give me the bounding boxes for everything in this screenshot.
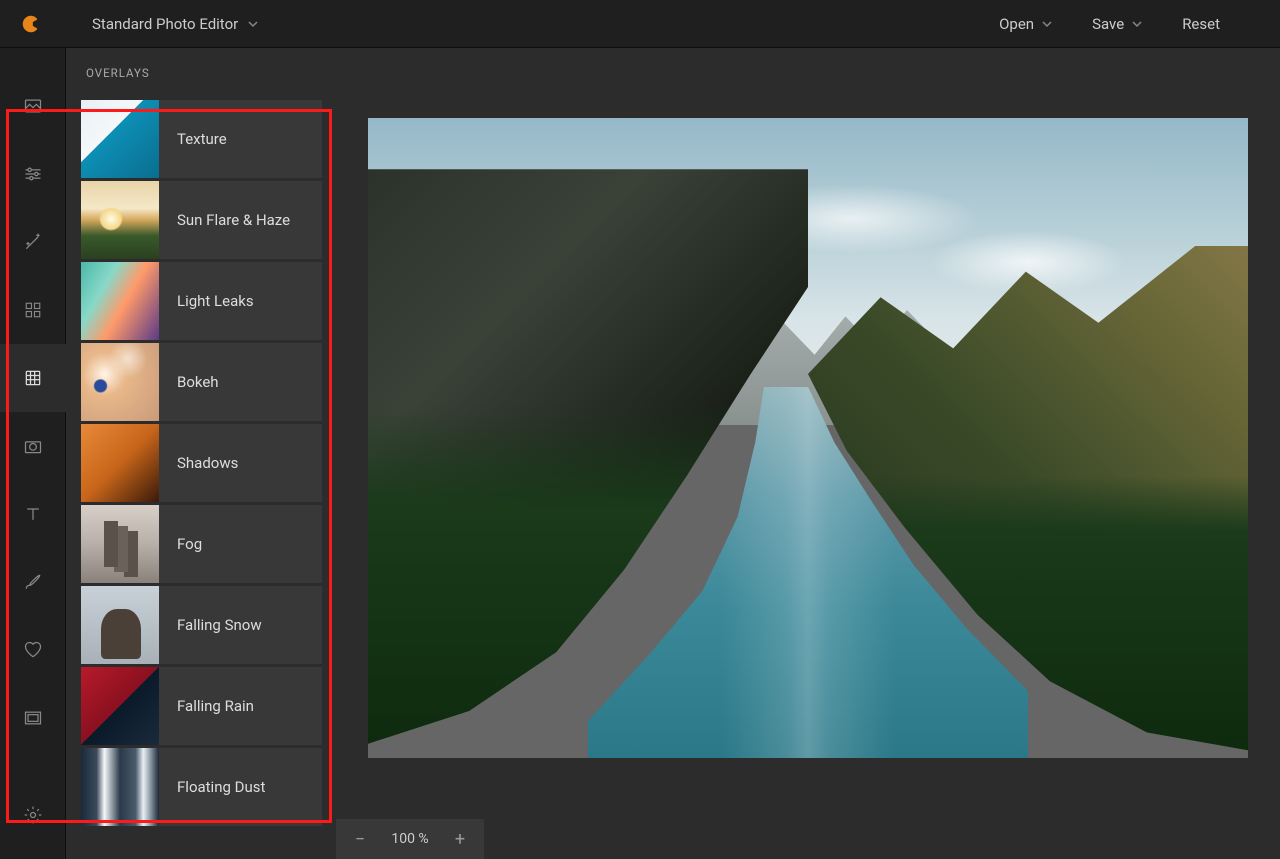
gear-icon — [23, 805, 43, 825]
open-button[interactable]: Open — [999, 15, 1052, 33]
frames-tool[interactable] — [0, 684, 66, 752]
panel-title: OVERLAYS — [66, 66, 336, 100]
zoom-value: 100 % — [388, 831, 432, 847]
effects-tool[interactable] — [0, 208, 66, 276]
overlay-label: Shadows — [159, 454, 238, 472]
overlay-thumb — [81, 181, 159, 259]
overlay-item[interactable]: Light Leaks — [81, 262, 322, 340]
overlay-thumb — [81, 424, 159, 502]
save-label: Save — [1092, 15, 1124, 33]
adjust-tool[interactable] — [0, 140, 66, 208]
overlay-thumb — [81, 343, 159, 421]
brush-icon — [23, 572, 43, 592]
zoom-in-button[interactable]: + — [450, 829, 470, 849]
side-panel: OVERLAYS Texture Sun Flare & Haze Light Le… — [66, 48, 336, 859]
overlay-thumb — [81, 586, 159, 664]
camera-icon — [23, 436, 43, 456]
overlays-tool[interactable] — [0, 344, 66, 412]
overlay-thumb — [81, 505, 159, 583]
photo-canvas[interactable] — [368, 118, 1248, 758]
zoom-bar: − 100 % + — [336, 819, 484, 859]
overlay-label: Texture — [159, 130, 227, 148]
draw-tool[interactable] — [0, 548, 66, 616]
favorites-tool[interactable] — [0, 616, 66, 684]
sliders-icon — [23, 164, 43, 184]
overlay-item[interactable]: Falling Rain — [81, 667, 322, 745]
heart-icon — [23, 640, 43, 660]
overlay-item[interactable]: Floating Dust — [81, 748, 322, 826]
frames-icon — [23, 708, 43, 728]
overlay-label: Falling Snow — [159, 616, 262, 634]
crop-tool[interactable] — [0, 412, 66, 480]
canvas-viewport[interactable] — [336, 48, 1280, 859]
overlay-label: Sun Flare & Haze — [159, 211, 290, 229]
reset-button[interactable]: Reset — [1182, 15, 1220, 33]
overlay-item[interactable]: Bokeh — [81, 343, 322, 421]
chevron-down-icon — [248, 19, 258, 29]
overlays-icon — [23, 368, 43, 388]
image-icon — [23, 96, 43, 116]
overlay-label: Floating Dust — [159, 778, 265, 796]
top-actions: Open Save Reset — [999, 15, 1260, 33]
mode-label: Standard Photo Editor — [92, 15, 238, 33]
text-icon — [23, 504, 43, 524]
overlay-item[interactable]: Falling Snow — [81, 586, 322, 664]
reset-label: Reset — [1182, 15, 1220, 33]
grid-icon — [24, 301, 42, 319]
app-logo — [20, 13, 42, 35]
save-button[interactable]: Save — [1092, 15, 1142, 33]
open-label: Open — [999, 15, 1034, 33]
settings-tool[interactable] — [0, 781, 66, 849]
overlay-label: Falling Rain — [159, 697, 254, 715]
wand-icon — [23, 232, 43, 252]
overlay-thumb — [81, 667, 159, 745]
overlay-label: Fog — [159, 535, 202, 553]
overlay-list: Texture Sun Flare & Haze Light Leaks Bokeh S… — [66, 100, 336, 826]
zoom-out-button[interactable]: − — [350, 829, 370, 849]
elements-tool[interactable] — [0, 276, 66, 344]
overlay-label: Bokeh — [159, 373, 219, 391]
overlay-item[interactable]: Fog — [81, 505, 322, 583]
canvas-area: − 100 % + — [336, 48, 1280, 859]
main: OVERLAYS Texture Sun Flare & Haze Light Le… — [0, 48, 1280, 859]
image-tool[interactable] — [0, 72, 66, 140]
overlay-label: Light Leaks — [159, 292, 254, 310]
topbar: Standard Photo Editor Open Save Reset — [0, 0, 1280, 48]
text-tool[interactable] — [0, 480, 66, 548]
overlay-item[interactable]: Texture — [81, 100, 322, 178]
overlay-item[interactable]: Sun Flare & Haze — [81, 181, 322, 259]
toolstrip — [0, 48, 66, 859]
overlay-thumb — [81, 748, 159, 826]
chevron-down-icon — [1132, 19, 1142, 29]
overlay-thumb — [81, 100, 159, 178]
overlay-item[interactable]: Shadows — [81, 424, 322, 502]
overlay-thumb — [81, 262, 159, 340]
mode-dropdown[interactable]: Standard Photo Editor — [92, 15, 258, 33]
chevron-down-icon — [1042, 19, 1052, 29]
